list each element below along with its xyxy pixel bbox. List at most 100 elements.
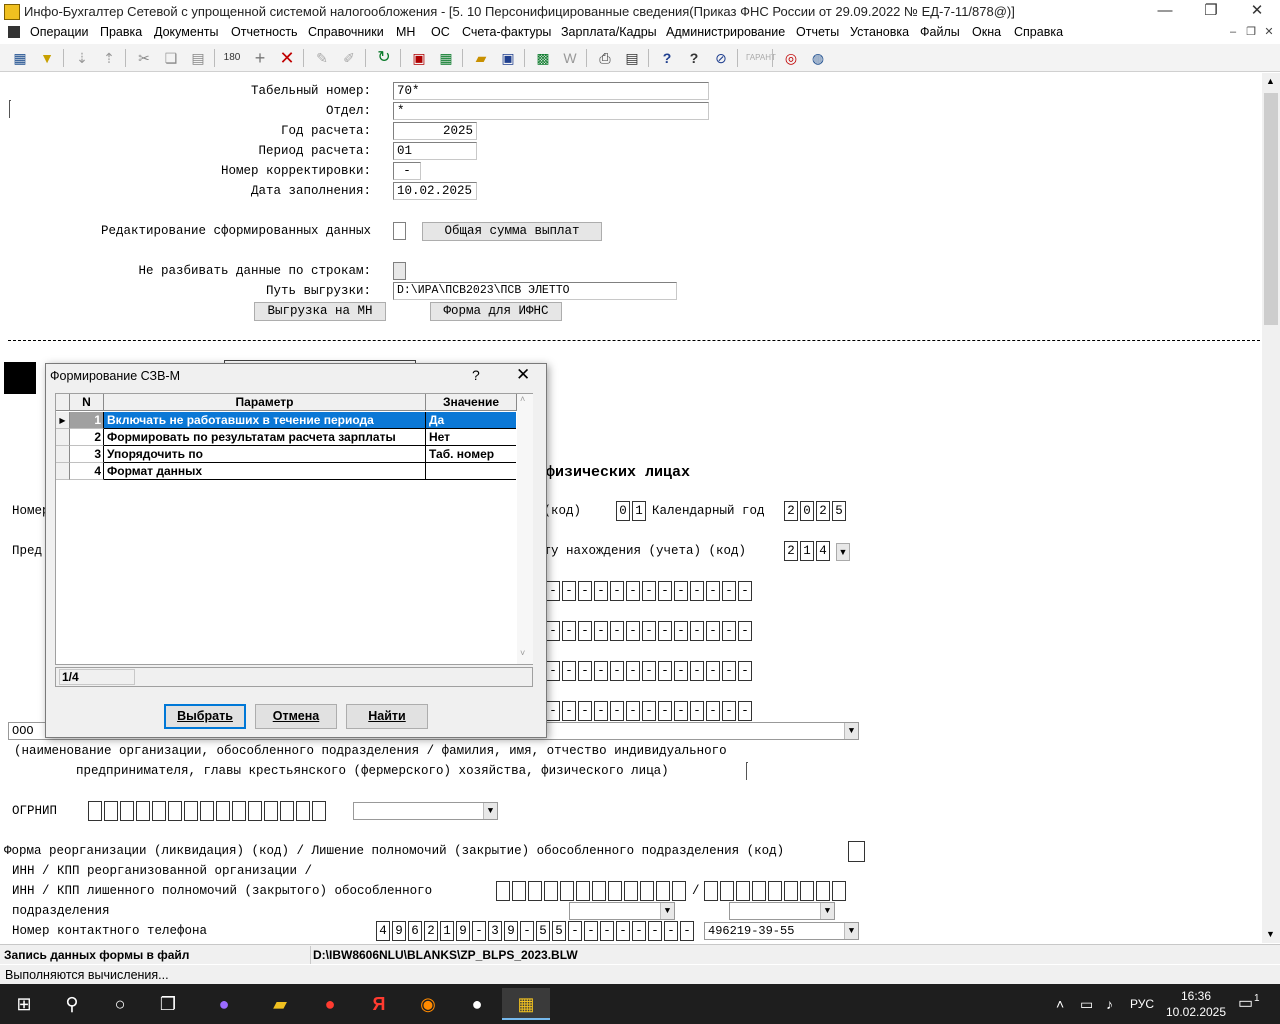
notifications-icon[interactable]: ▭: [1238, 984, 1253, 1024]
year-field[interactable]: 2025: [393, 122, 477, 140]
chevron-down-icon[interactable]: ▼: [483, 803, 497, 819]
menu-edit[interactable]: Правка: [100, 25, 142, 39]
open-folder-icon[interactable]: ▰: [471, 48, 491, 68]
row-param[interactable]: Упорядочить по: [104, 446, 426, 463]
period-code-cells[interactable]: 0 1: [616, 501, 648, 521]
table-row[interactable]: 4 Формат данных: [56, 463, 516, 480]
scrollbar-thumb[interactable]: [1264, 93, 1278, 325]
vertical-scrollbar[interactable]: ▲ ▼: [1262, 73, 1280, 943]
scroll-up-icon[interactable]: ▲: [1266, 76, 1275, 86]
menu-admin[interactable]: Администрирование: [666, 25, 785, 39]
menu-salary[interactable]: Зарплата/Кадры: [561, 25, 657, 39]
windows-start-icon[interactable]: ⊞: [0, 988, 48, 1020]
phone-combo[interactable]: 496219-39-55 ▼: [704, 922, 859, 940]
menu-invoices[interactable]: Счета-фактуры: [462, 25, 551, 39]
period-field[interactable]: 01: [393, 142, 477, 160]
task-view-icon[interactable]: ❐: [144, 988, 192, 1020]
filter-icon[interactable]: ▼: [37, 48, 57, 68]
tab-number-field[interactable]: 70*: [393, 82, 709, 100]
dialog-close-button[interactable]: ✕: [516, 365, 530, 385]
row-value[interactable]: Нет: [426, 429, 516, 446]
dialog-help-button[interactable]: ?: [472, 367, 486, 383]
cut-icon[interactable]: ✂: [134, 48, 154, 68]
kpp-cells[interactable]: [704, 881, 848, 901]
globe-icon[interactable]: ◍: [808, 48, 828, 68]
inn-cells[interactable]: [496, 881, 688, 901]
yandex-icon[interactable]: Я: [355, 988, 403, 1020]
infobuh-app-icon[interactable]: ▦: [502, 988, 550, 1020]
mdi-minimize-button[interactable]: ‒: [1226, 26, 1240, 40]
print-icon[interactable]: ⎙: [595, 48, 615, 68]
row-param[interactable]: Включать не работавших в течение периода: [104, 412, 426, 429]
mdi-close-button[interactable]: ✕: [1262, 26, 1276, 40]
document-icon[interactable]: ▣: [409, 48, 429, 68]
menu-reports[interactable]: Отчеты: [796, 25, 839, 39]
chevron-down-icon[interactable]: ˅: [520, 648, 525, 658]
calculator-icon[interactable]: ▦: [10, 48, 30, 68]
ogrnip-combo[interactable]: ▼: [353, 802, 498, 820]
chevron-down-icon[interactable]: ▼: [820, 903, 834, 919]
alice-icon[interactable]: ●: [200, 988, 248, 1020]
export-mn-button[interactable]: Выгрузка на МН: [254, 302, 386, 321]
minimize-button[interactable]: —: [1142, 0, 1188, 24]
table-row[interactable]: 3 Упорядочить по Таб. номер: [56, 446, 516, 463]
copy-icon[interactable]: ❏: [161, 48, 181, 68]
export-path-field[interactable]: D:\ИРА\ПСВ2023\ПСВ ЭЛЕТТО: [393, 282, 677, 300]
volume-icon[interactable]: ♪: [1106, 984, 1113, 1024]
menu-help[interactable]: Справка: [1014, 25, 1063, 39]
table-row[interactable]: ▶ 1 Включать не работавших в течение пер…: [56, 412, 516, 429]
firefox-icon[interactable]: ◉: [404, 988, 452, 1020]
menu-os[interactable]: ОС: [431, 25, 450, 39]
fill-date-field[interactable]: 10.02.2025: [393, 182, 477, 200]
no-split-checkbox[interactable]: [393, 262, 406, 280]
column-header-n[interactable]: N: [70, 394, 104, 411]
menu-windows[interactable]: Окна: [972, 25, 1001, 39]
chevron-down-icon[interactable]: ▼: [844, 723, 858, 739]
cortana-icon[interactable]: ○: [96, 988, 144, 1020]
context-help-icon[interactable]: ?: [684, 48, 704, 68]
row-value[interactable]: Таб. номер: [426, 446, 516, 463]
table-row[interactable]: 2 Формировать по результатам расчета зар…: [56, 429, 516, 446]
file-explorer-icon[interactable]: ▰: [256, 988, 304, 1020]
edit-record-icon[interactable]: ✎: [312, 48, 332, 68]
excel-icon[interactable]: ▩: [533, 48, 553, 68]
tray-chevron-icon[interactable]: ˄: [1056, 984, 1064, 1024]
scroll-down-icon[interactable]: ▼: [1266, 929, 1275, 939]
delete-icon[interactable]: ✕: [277, 48, 297, 68]
menu-reporting[interactable]: Отчетность: [231, 25, 298, 39]
inn-combo[interactable]: ▼: [569, 902, 675, 920]
save-icon[interactable]: ▣: [498, 48, 518, 68]
compass-icon[interactable]: ⊘: [711, 48, 731, 68]
refresh-icon[interactable]: ↻: [374, 48, 394, 68]
dept-field[interactable]: *: [393, 102, 709, 120]
menu-references[interactable]: Справочники: [308, 25, 384, 39]
chevron-down-icon[interactable]: ▼: [844, 923, 858, 939]
language-indicator[interactable]: РУС: [1130, 984, 1154, 1024]
search-icon[interactable]: ⚲: [48, 988, 96, 1020]
mdi-restore-button[interactable]: ❐: [1244, 26, 1258, 40]
menu-files[interactable]: Файлы: [920, 25, 960, 39]
select-button[interactable]: Выбрать: [164, 704, 246, 729]
calc-table-icon[interactable]: ▦: [436, 48, 456, 68]
column-header-param[interactable]: Параметр: [104, 394, 426, 411]
reorg-code-cell[interactable]: [848, 841, 865, 862]
lifebuoy-icon[interactable]: ◎: [781, 48, 801, 68]
rotate-180-icon[interactable]: 180: [222, 48, 242, 68]
system-menu-icon[interactable]: [8, 26, 20, 38]
row-value[interactable]: Да: [426, 412, 516, 429]
correction-field[interactable]: -: [393, 162, 421, 180]
sort-asc-icon[interactable]: ⇣: [72, 48, 92, 68]
menu-settings[interactable]: Установка: [850, 25, 909, 39]
calendar-year-cells[interactable]: 2 0 2 5: [784, 501, 848, 521]
chevron-up-icon[interactable]: ˄: [520, 394, 525, 404]
menu-documents[interactable]: Документы: [154, 25, 218, 39]
find-button[interactable]: Найти: [346, 704, 428, 729]
help-icon[interactable]: ?: [657, 48, 677, 68]
add-icon[interactable]: +: [250, 48, 270, 68]
yandex-browser-2-icon[interactable]: ●: [453, 988, 501, 1020]
row-param[interactable]: Формировать по результатам расчета зарпл…: [104, 429, 426, 446]
paste-icon[interactable]: ▤: [188, 48, 208, 68]
ifns-form-button[interactable]: Форма для ИФНС: [430, 302, 562, 321]
edit-data-checkbox[interactable]: [393, 222, 406, 240]
location-dropdown-arrow[interactable]: ▼: [836, 543, 850, 561]
